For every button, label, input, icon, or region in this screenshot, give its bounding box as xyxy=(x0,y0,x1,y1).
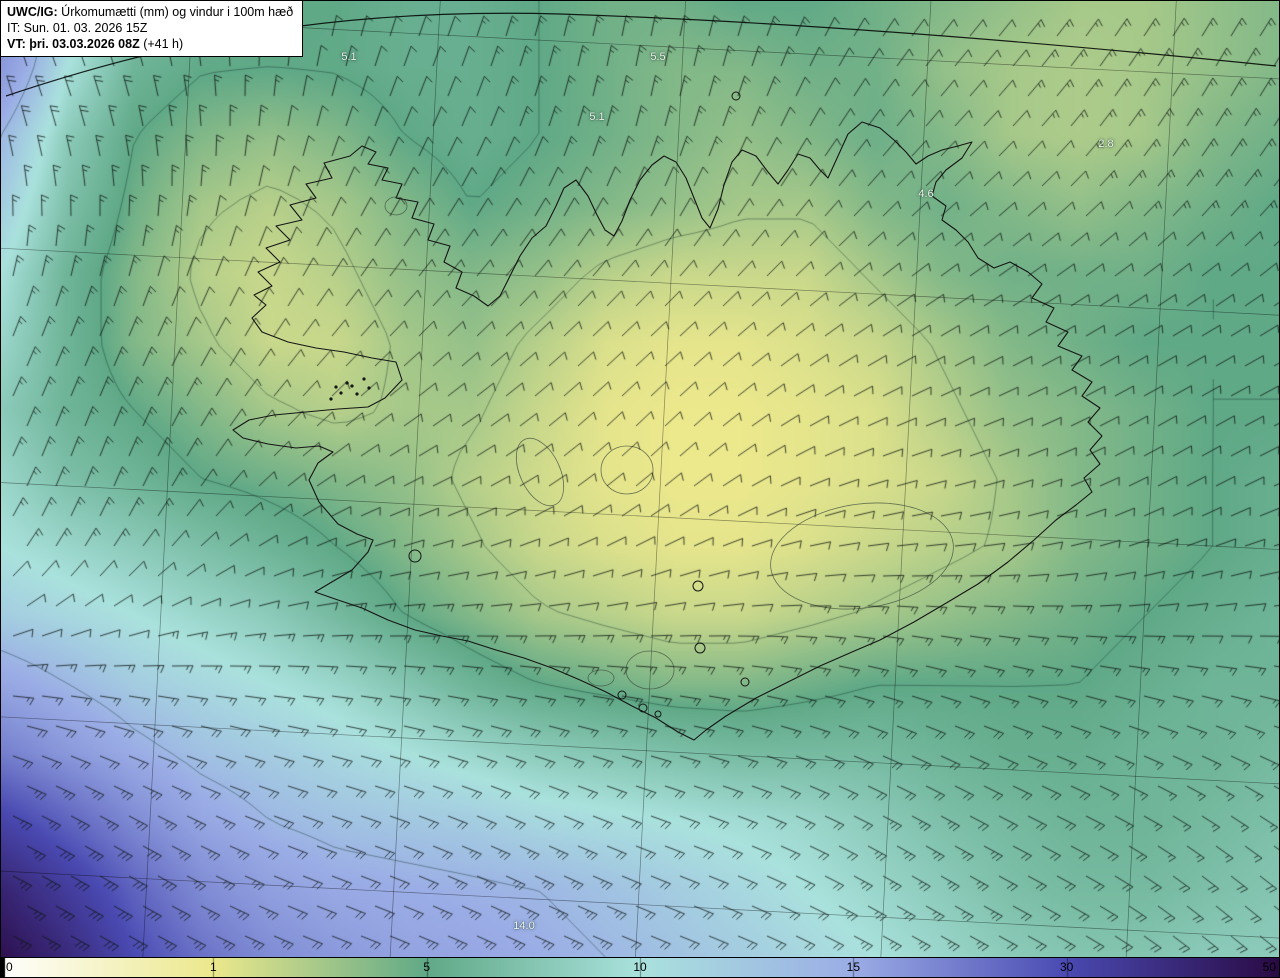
colorbar-label: 50 xyxy=(1262,960,1276,974)
valid-time: VT: þri. 03.03.2026 08Z (+41 h) xyxy=(7,36,293,52)
colorbar-label: 1 xyxy=(209,960,217,974)
map-title-box: UWC/IG: Úrkomumætti (mm) og vindur i 100… xyxy=(0,0,304,57)
valid-time-offset: (+41 h) xyxy=(139,37,184,51)
colorbar: 0 1 5 10 15 30 50 xyxy=(0,957,1280,978)
weather-map: 5.1 5.5 5.1 2.8 4.6 14.0 UWC/IG: Úrkomumætti … xyxy=(0,0,1280,978)
colorbar-label: 0 xyxy=(6,960,13,974)
valid-time-main: VT: þri. 03.03.2026 08Z xyxy=(7,37,140,51)
init-time: IT: Sun. 01. 03. 2026 15Z xyxy=(7,21,148,35)
precipitation-field-canvas xyxy=(0,0,1280,958)
colorbar-label: 5 xyxy=(423,960,430,974)
map-title-line: UWC/IG: Úrkomumætti (mm) og vindur i 100… xyxy=(7,4,293,20)
model-name: UWC/IG: xyxy=(7,5,58,19)
colorbar-label: 10 xyxy=(633,960,647,974)
colorbar-label: 15 xyxy=(846,960,861,974)
map-title: Úrkomumætti (mm) og vindur i 100m hæð xyxy=(57,5,294,19)
colorbar-label: 30 xyxy=(1059,960,1074,974)
